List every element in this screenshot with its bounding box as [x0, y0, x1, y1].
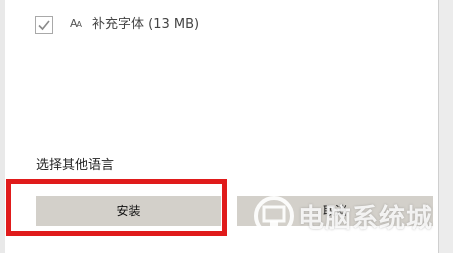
cancel-button[interactable]: 取消: [237, 196, 433, 226]
right-edge: [439, 0, 453, 253]
supplemental-fonts-checkbox[interactable]: [35, 16, 53, 34]
checkmark-icon: [38, 20, 50, 31]
left-edge: [0, 0, 5, 253]
font-icon: AA: [70, 17, 82, 30]
other-languages-heading: 选择其他语言: [36, 158, 115, 173]
supplemental-fonts-label: 补充字体 (13 MB): [92, 17, 200, 32]
install-button[interactable]: 安装: [36, 196, 221, 226]
language-features-panel: AA 补充字体 (13 MB) 选择其他语言 安装 取消 电脑系统城: [0, 0, 453, 253]
